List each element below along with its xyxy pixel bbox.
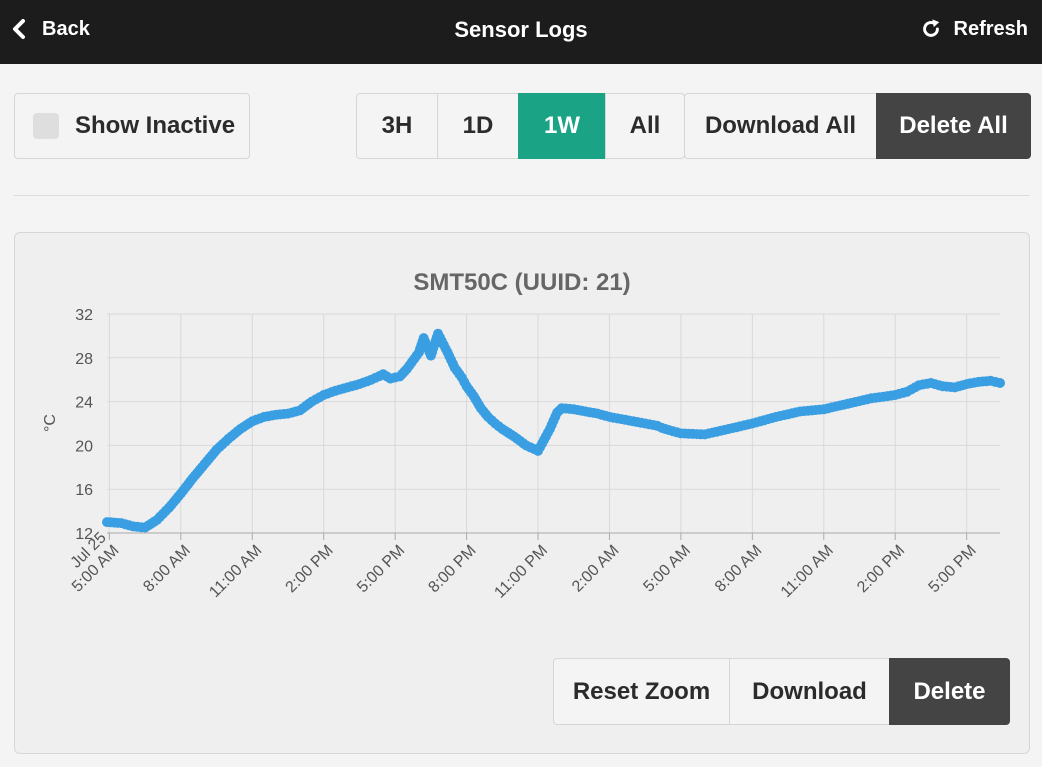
x-tick-label: 5:00 PM [926, 542, 980, 596]
y-tick-label: 28 [75, 351, 93, 368]
show-inactive-checkbox[interactable] [33, 113, 59, 139]
x-tick-label: 8:00 AM [140, 542, 194, 596]
reset-zoom-button[interactable]: Reset Zoom [553, 658, 730, 725]
x-tick-label: 8:00 AM [712, 542, 766, 596]
refresh-icon [922, 19, 939, 37]
refresh-button[interactable]: Refresh [920, 14, 1028, 44]
x-tick-label: 5:00 PM [354, 542, 408, 596]
range-1d-button[interactable]: 1D [437, 93, 519, 159]
x-tick-label: 11:00 AM [778, 542, 837, 601]
show-inactive-label: Show Inactive [75, 112, 236, 139]
x-tick-label-line: 11:00 AM [778, 542, 837, 601]
range-all-button[interactable]: All [605, 93, 685, 159]
range-3h-button[interactable]: 3H [356, 93, 438, 159]
x-tick-label-line: 5:00 AM [640, 542, 694, 596]
data-point [995, 377, 1005, 388]
x-tick-label: 2:00 AM [569, 542, 623, 596]
chart-title: SMT50C (UUID: 21) [413, 269, 630, 296]
x-tick-label-line: 2:00 PM [283, 542, 337, 596]
top-bar: Back Sensor Logs Refresh [0, 0, 1042, 64]
x-tick-label-line: 8:00 PM [425, 542, 479, 596]
x-tick-label-line: 8:00 AM [712, 542, 766, 596]
download-all-button[interactable]: Download All [684, 93, 877, 159]
y-axis-label: °C [42, 414, 59, 432]
y-tick-label: 16 [75, 482, 93, 499]
y-tick-label: 24 [75, 395, 93, 412]
series [102, 328, 1005, 533]
x-tick-label-line: 11:00 AM [206, 542, 265, 601]
axes: 121620242832Jul 255:00 AM 8:00 AM 11:00 AM… [68, 307, 1000, 602]
x-tick-label: 2:00 PM [854, 542, 908, 596]
page-title: Sensor Logs [454, 17, 588, 42]
y-tick-label: 20 [75, 438, 93, 455]
x-tick-label: 8:00 PM [425, 542, 479, 596]
x-tick-label: 11:00 PM [491, 542, 551, 602]
refresh-label: Refresh [953, 17, 1028, 40]
show-inactive-toggle[interactable]: Show Inactive [14, 93, 250, 159]
sensor-card: SMT50C (UUID: 21) °C 12 16 20 24 28 32 Jul 25 5… [14, 232, 1030, 754]
x-tick-label: 11:00 AM [206, 542, 265, 601]
x-tick-label-line: 2:00 PM [854, 542, 908, 596]
x-tick-label-line: 2:00 AM [569, 542, 623, 596]
x-tick-label-line: 5:00 PM [926, 542, 980, 596]
x-tick-label: 2:00 PM [283, 542, 337, 596]
sensor-chart[interactable]: SMT50C (UUID: 21) °C 121620242832Jul 255… [15, 233, 1031, 653]
y-tick-label: 32 [75, 307, 93, 324]
range-1w-button[interactable]: 1W [518, 93, 606, 159]
delete-all-button[interactable]: Delete All [876, 93, 1031, 159]
x-tick-label-line: 5:00 PM [354, 542, 408, 596]
download-button[interactable]: Download [729, 658, 890, 725]
delete-button[interactable]: Delete [889, 658, 1010, 725]
x-tick-label: Jul 255:00 AM [68, 529, 123, 595]
x-tick-label: 5:00 AM [640, 542, 694, 596]
x-tick-label-line: 11:00 PM [491, 542, 551, 602]
divider [14, 195, 1030, 196]
x-tick-label-line: 8:00 AM [140, 542, 194, 596]
